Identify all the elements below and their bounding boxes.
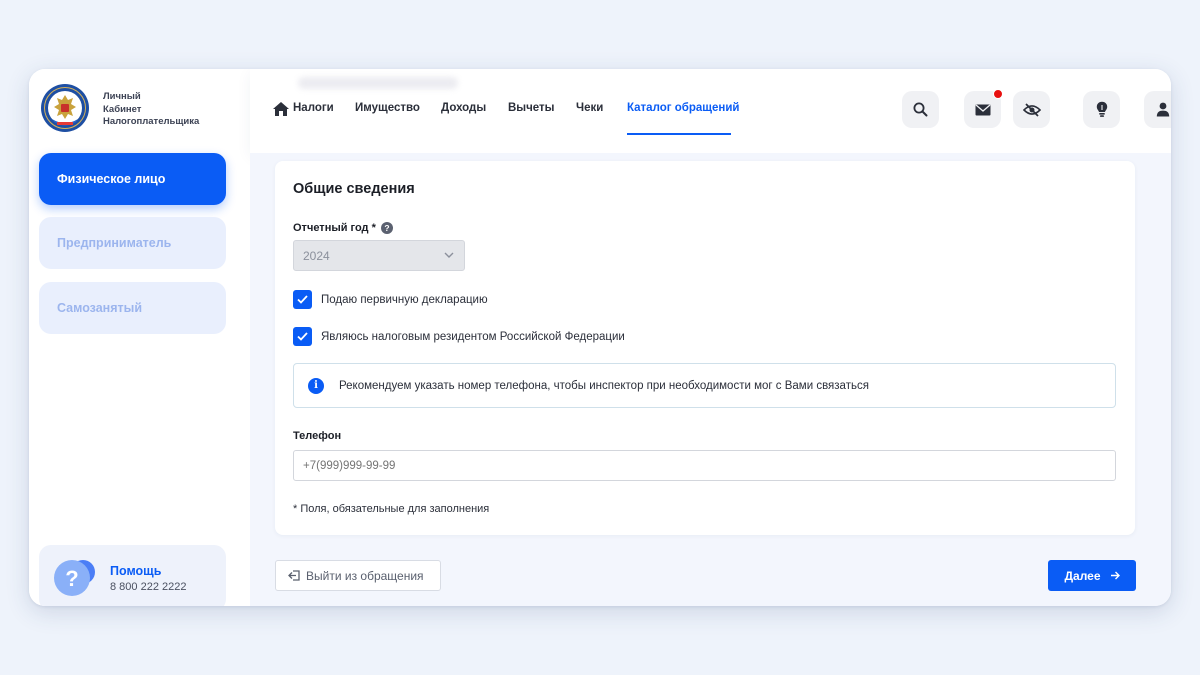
- help-card[interactable]: ? Помощь 8 800 222 2222: [39, 545, 226, 606]
- tax-resident-label: Являюсь налоговым резидентом Российской …: [321, 330, 625, 343]
- phone-label: Телефон: [293, 430, 342, 442]
- help-icon: ?: [54, 560, 95, 596]
- primary-declaration-checkbox[interactable]: [293, 290, 312, 309]
- exit-request-button[interactable]: Выйти из обращения: [275, 560, 441, 591]
- blurred-breadcrumb: [298, 77, 458, 89]
- nav-receipts[interactable]: Чеки: [576, 102, 603, 114]
- help-phone: 8 800 222 2222: [110, 581, 187, 593]
- hidden-eye-icon: [1022, 102, 1041, 117]
- nav-requests-catalog[interactable]: Каталог обращений: [627, 102, 739, 114]
- tax-resident-checkbox-row[interactable]: Являюсь налоговым резидентом Российской …: [293, 327, 625, 346]
- top-navigation: Налоги Имущество Доходы Вычеты Чеки Ката…: [250, 69, 1171, 153]
- nav-taxes[interactable]: Налоги: [293, 102, 334, 114]
- phone-input[interactable]: [293, 450, 1116, 481]
- chevron-down-icon: [444, 252, 454, 258]
- home-icon[interactable]: [272, 101, 290, 117]
- next-button[interactable]: Далее: [1048, 560, 1136, 591]
- phone-recommendation-notice: i Рекомендуем указать номер телефона, чт…: [293, 363, 1116, 408]
- help-title: Помощь: [110, 564, 162, 578]
- active-tab-indicator: [627, 133, 731, 135]
- required-fields-note: * Поля, обязательные для заполнения: [293, 503, 490, 515]
- year-label: Отчетный год *: [293, 222, 376, 234]
- general-info-card: Общие сведения Отчетный год * ? 2024 Под…: [275, 161, 1135, 535]
- mail-icon: [975, 104, 990, 115]
- next-button-label: Далее: [1064, 568, 1101, 583]
- lightbulb-icon: [1096, 101, 1107, 117]
- user-icon: [1156, 102, 1169, 117]
- sidebar-item-label: Физическое лицо: [57, 172, 166, 186]
- tips-button[interactable]: [1083, 91, 1120, 128]
- search-button[interactable]: [902, 91, 939, 128]
- tax-resident-checkbox[interactable]: [293, 327, 312, 346]
- sidebar-item-self-employed[interactable]: Самозанятый: [39, 282, 226, 334]
- exit-icon: [288, 570, 300, 581]
- logo-title: Личный Кабинет Налогоплательщика: [103, 91, 200, 127]
- fns-logo[interactable]: [40, 83, 90, 133]
- exit-button-label: Выйти из обращения: [306, 568, 424, 583]
- search-icon: [913, 102, 928, 117]
- notice-text: Рекомендуем указать номер телефона, чтоб…: [339, 379, 869, 392]
- profile-button[interactable]: [1144, 91, 1171, 128]
- messages-button[interactable]: [964, 89, 1003, 128]
- arrow-right-icon: [1110, 571, 1120, 580]
- accessibility-button[interactable]: [1013, 91, 1050, 128]
- help-tooltip-icon[interactable]: ?: [381, 222, 393, 234]
- sidebar: Личный Кабинет Налогоплательщика Физичес…: [29, 69, 250, 606]
- sidebar-item-entrepreneur[interactable]: Предприниматель: [39, 217, 226, 269]
- svg-text:?: ?: [65, 566, 78, 591]
- sidebar-item-individual[interactable]: Физическое лицо: [39, 153, 226, 205]
- nav-property[interactable]: Имущество: [355, 102, 420, 114]
- nav-income[interactable]: Доходы: [441, 102, 486, 114]
- year-select[interactable]: 2024: [293, 240, 465, 271]
- primary-declaration-checkbox-row[interactable]: Подаю первичную декларацию: [293, 290, 488, 309]
- app-window: Личный Кабинет Налогоплательщика Физичес…: [29, 69, 1171, 606]
- primary-declaration-label: Подаю первичную декларацию: [321, 293, 488, 306]
- notification-dot: [993, 89, 1003, 99]
- sidebar-item-label: Предприниматель: [57, 236, 172, 250]
- section-title: Общие сведения: [293, 181, 415, 197]
- sidebar-item-label: Самозанятый: [57, 301, 143, 315]
- info-icon: i: [308, 377, 324, 394]
- year-select-value: 2024: [303, 248, 330, 263]
- nav-deductions[interactable]: Вычеты: [508, 102, 555, 114]
- check-icon: [297, 332, 308, 341]
- check-icon: [297, 295, 308, 304]
